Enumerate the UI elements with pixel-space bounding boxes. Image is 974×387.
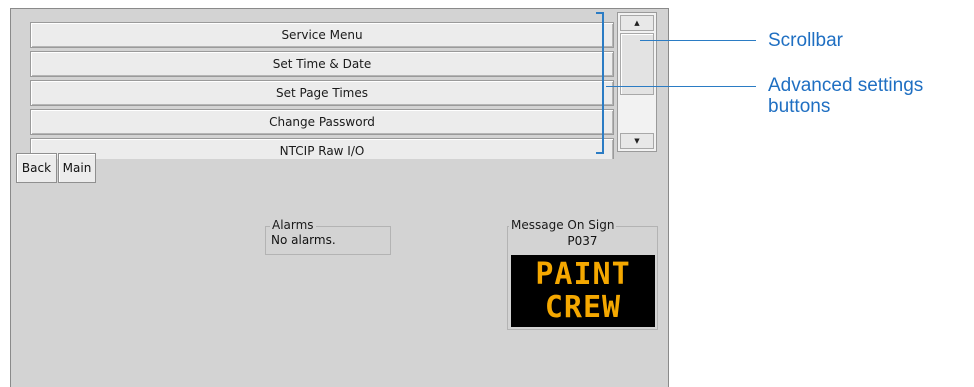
back-button[interactable]: Back xyxy=(16,153,57,183)
set-time-date-button[interactable]: Set Time & Date xyxy=(30,51,614,77)
app-screen: Service Menu Set Time & Date Set Page Ti… xyxy=(10,8,669,387)
scroll-up-icon[interactable]: ▲ xyxy=(620,15,654,31)
advanced-settings-callout-line1: Advanced settings xyxy=(768,75,924,96)
advanced-settings-leader-line xyxy=(606,86,756,87)
ntcip-raw-io-button[interactable]: NTCIP Raw I/O xyxy=(30,138,614,159)
message-code: P037 xyxy=(567,234,598,248)
advanced-settings-list: Service Menu Set Time & Date Set Page Ti… xyxy=(29,22,615,159)
sign-line-1: PAINT xyxy=(535,257,631,292)
scrollbar-leader-line xyxy=(640,40,756,41)
alarms-title: Alarms xyxy=(270,218,316,232)
scrollbar-callout: Scrollbar xyxy=(768,30,843,51)
alarms-status: No alarms. xyxy=(271,233,336,247)
scrollbar[interactable]: ▲ ▼ xyxy=(617,12,657,152)
sign-line-2: CREW xyxy=(544,290,622,325)
change-password-button[interactable]: Change Password xyxy=(30,109,614,135)
main-button[interactable]: Main xyxy=(58,153,96,183)
advanced-settings-callout-line2: buttons xyxy=(768,96,831,117)
alarms-groupbox: Alarms No alarms. xyxy=(265,218,391,255)
message-on-sign-title: Message On Sign xyxy=(509,218,617,232)
sign-display: PAINT CREW xyxy=(511,255,655,327)
scroll-down-icon[interactable]: ▼ xyxy=(620,133,654,149)
set-page-times-button[interactable]: Set Page Times xyxy=(30,80,614,106)
service-menu-button[interactable]: Service Menu xyxy=(30,22,614,48)
advanced-settings-bracket xyxy=(596,12,604,154)
